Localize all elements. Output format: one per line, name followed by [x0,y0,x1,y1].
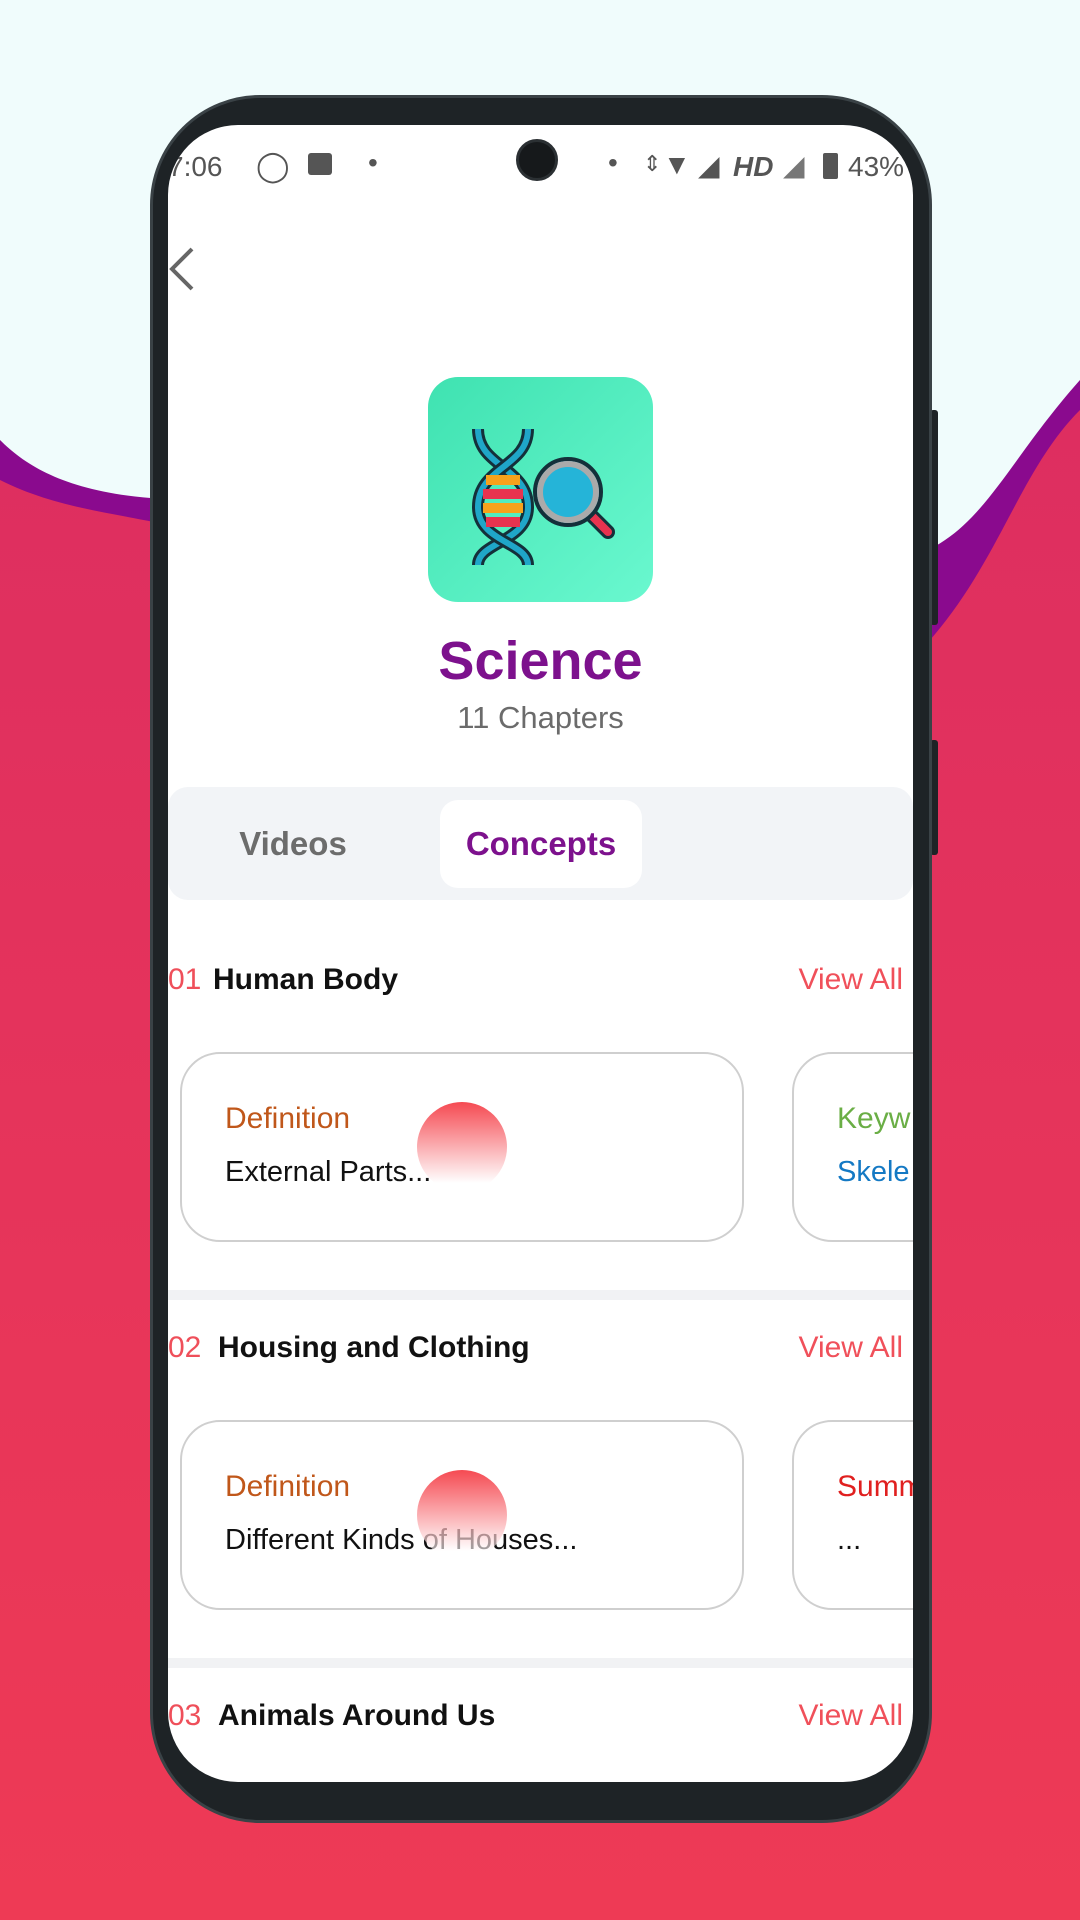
section-title: Human Body [213,963,399,996]
battery-percent: 43% [848,151,905,182]
section-divider [168,1658,913,1668]
section-number: 01 [168,963,202,996]
concept-card[interactable]: Definition External Parts... [180,1052,744,1242]
card-text: External Parts... [225,1156,432,1188]
section-number: 03 [168,1699,202,1732]
view-all-link[interactable]: View All [798,963,903,997]
app-screen: 7:06 ◯ • • ⇕ ▼ ◢ HD ◢ 43% Science 11 Cha… [168,125,913,1782]
card-type: Keyw [837,1102,911,1135]
chapter-count: 11 Chapters [457,700,624,735]
tab-bar: Videos Concepts [168,787,913,900]
signal-off-icon: ◢ [783,150,805,181]
camera-cutout [516,139,558,181]
lock-icon [417,1102,507,1192]
section-title: Housing and Clothing [218,1331,530,1364]
card-type: Summ [837,1470,913,1503]
tab-videos[interactable]: Videos [208,800,378,888]
section-divider [168,1290,913,1300]
concept-card[interactable]: Summ ... [792,1420,913,1610]
view-all-link[interactable]: View All [798,1331,903,1365]
lock-icon [417,1470,507,1560]
dot-icon: • [368,147,378,178]
section-header: 01 Human Body View All [168,963,913,1013]
card-text: Different Kinds of Houses... [225,1524,578,1556]
subject-icon-tile [428,377,653,602]
card-type: Definition [225,1470,351,1503]
chevron-left-icon[interactable] [168,245,198,295]
subject-title: Science [438,631,643,691]
section-header: 03 Animals Around Us View All [168,1699,913,1749]
view-all-link[interactable]: View All [798,1699,903,1733]
wifi-icon: ▼ [663,149,691,180]
concept-card[interactable]: Definition Different Kinds of Houses... [180,1420,744,1610]
signal-icon: ◢ [698,150,720,181]
tab-concepts[interactable]: Concepts [440,800,642,888]
whatsapp-icon: ◯ [256,150,290,183]
dna-magnifier-icon [471,428,615,567]
battery-icon [823,153,838,179]
card-text: ... [837,1524,862,1556]
dot-icon: • [608,147,618,178]
section-title: Animals Around Us [218,1699,496,1732]
card-text: Skele [837,1156,910,1188]
network-type: HD [733,151,774,182]
message-icon [308,153,332,175]
status-time: 7:06 [168,151,223,182]
card-type: Definition [225,1102,351,1135]
section-number: 02 [168,1331,202,1364]
data-arrows-icon: ⇕ [643,151,662,176]
concept-card[interactable]: Keyw Skele [792,1052,913,1242]
section-header: 02 Housing and Clothing View All [168,1331,913,1381]
